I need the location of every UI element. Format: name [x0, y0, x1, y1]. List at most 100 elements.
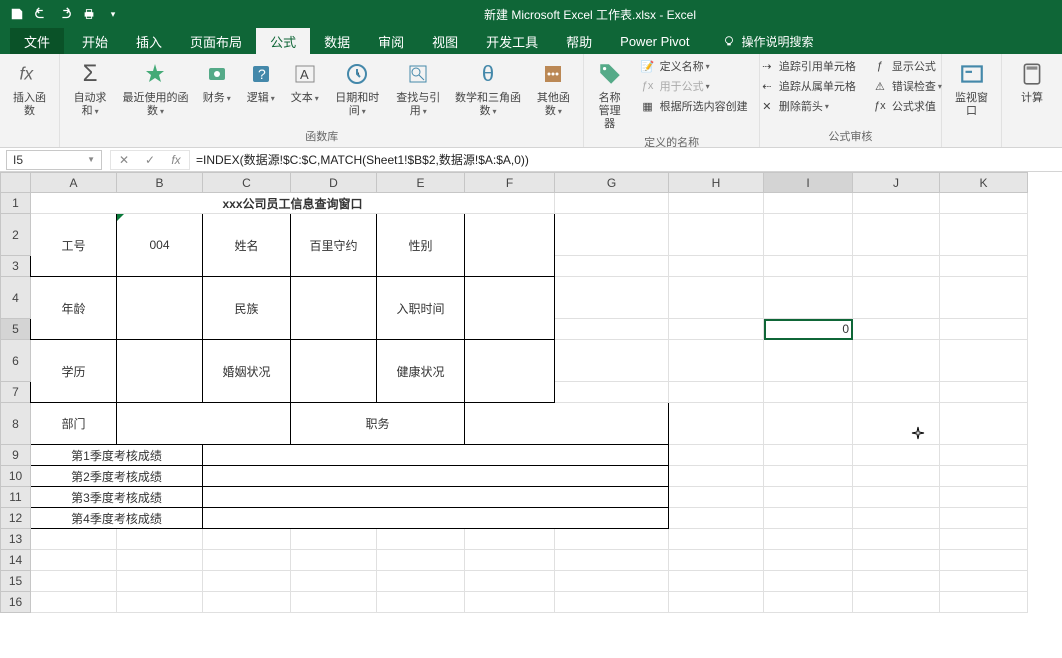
cell-A16[interactable] — [31, 592, 117, 613]
cell-A15[interactable] — [31, 571, 117, 592]
cell-K11[interactable] — [940, 487, 1028, 508]
tab-powerpivot[interactable]: Power Pivot — [606, 28, 703, 54]
row-header-5[interactable]: 5 — [1, 319, 31, 340]
cell-J8[interactable] — [853, 403, 940, 445]
show-formulas-button[interactable]: ƒ显示公式 — [868, 56, 946, 76]
cell-G4[interactable] — [555, 277, 669, 319]
cell-K14[interactable] — [940, 550, 1028, 571]
value-position[interactable] — [465, 403, 669, 445]
logical-button[interactable]: ?逻辑▾ — [239, 56, 283, 107]
col-header-H[interactable]: H — [669, 173, 764, 193]
row-header-2[interactable]: 2 — [1, 214, 31, 256]
cell-G6[interactable] — [555, 340, 669, 382]
row-header-10[interactable]: 10 — [1, 466, 31, 487]
cell-K3[interactable] — [940, 256, 1028, 277]
cell-H12[interactable] — [669, 508, 764, 529]
cell-F16[interactable] — [465, 592, 555, 613]
cell-J1[interactable] — [853, 193, 940, 214]
value-q1[interactable] — [203, 445, 669, 466]
cell-B16[interactable] — [117, 592, 203, 613]
cell-I13[interactable] — [764, 529, 853, 550]
col-header-D[interactable]: D — [291, 173, 377, 193]
cell-G16[interactable] — [555, 592, 669, 613]
tab-review[interactable]: 审阅 — [364, 28, 418, 54]
cell-J14[interactable] — [853, 550, 940, 571]
label-health[interactable]: 健康状况 — [377, 340, 465, 403]
cell-C16[interactable] — [203, 592, 291, 613]
text-button[interactable]: A文本▾ — [283, 56, 327, 107]
cell-G13[interactable] — [555, 529, 669, 550]
value-q4[interactable] — [203, 508, 669, 529]
cell-I16[interactable] — [764, 592, 853, 613]
cell-K10[interactable] — [940, 466, 1028, 487]
col-header-J[interactable]: J — [853, 173, 940, 193]
cell-J16[interactable] — [853, 592, 940, 613]
row-header-12[interactable]: 12 — [1, 508, 31, 529]
cell-B13[interactable] — [117, 529, 203, 550]
cell-K4[interactable] — [940, 277, 1028, 319]
row-header-16[interactable]: 16 — [1, 592, 31, 613]
tab-dev[interactable]: 开发工具 — [472, 28, 552, 54]
form-title[interactable]: xxx公司员工信息查询窗口 — [31, 193, 555, 214]
calc-options-button[interactable]: 计算 — [1010, 56, 1054, 107]
tab-view[interactable]: 视图 — [418, 28, 472, 54]
formula-input[interactable]: =INDEX(数据源!$C:$C,MATCH(Sheet1!$B$2,数据源!$… — [190, 151, 1062, 168]
datetime-button[interactable]: 日期和时间▾ — [327, 56, 388, 120]
tab-insert[interactable]: 插入 — [122, 28, 176, 54]
autosum-button[interactable]: Σ自动求和▾ — [64, 56, 116, 120]
cell-D14[interactable] — [291, 550, 377, 571]
tell-me-search[interactable]: 操作说明搜索 — [722, 33, 814, 50]
cell-K12[interactable] — [940, 508, 1028, 529]
define-name-button[interactable]: 📝定义名称▾ — [636, 56, 752, 76]
fx-icon[interactable]: fx — [163, 151, 189, 169]
cell-I14[interactable] — [764, 550, 853, 571]
cell-I11[interactable] — [764, 487, 853, 508]
enter-icon[interactable]: ✓ — [137, 151, 163, 169]
label-q2[interactable]: 第2季度考核成绩 — [31, 466, 203, 487]
col-header-I[interactable]: I — [764, 173, 853, 193]
row-header-14[interactable]: 14 — [1, 550, 31, 571]
select-all-corner[interactable] — [1, 173, 31, 193]
qat-more-icon[interactable]: ▾ — [102, 3, 124, 25]
cell-J10[interactable] — [853, 466, 940, 487]
label-position[interactable]: 职务 — [291, 403, 465, 445]
cell-H10[interactable] — [669, 466, 764, 487]
cell-I2[interactable] — [764, 214, 853, 256]
cell-J12[interactable] — [853, 508, 940, 529]
col-header-E[interactable]: E — [377, 173, 465, 193]
cell-G14[interactable] — [555, 550, 669, 571]
value-health[interactable] — [465, 340, 555, 403]
cell-G15[interactable] — [555, 571, 669, 592]
label-q1[interactable]: 第1季度考核成绩 — [31, 445, 203, 466]
value-gender[interactable] — [465, 214, 555, 277]
name-manager-button[interactable]: 名称管理器 — [588, 56, 632, 133]
use-in-formula-button[interactable]: ƒx用于公式▾ — [636, 76, 752, 96]
value-name[interactable]: 百里守约 — [291, 214, 377, 277]
cell-J6[interactable] — [853, 340, 940, 382]
col-header-A[interactable]: A — [31, 173, 117, 193]
cell-K13[interactable] — [940, 529, 1028, 550]
cell-E16[interactable] — [377, 592, 465, 613]
cell-K5[interactable] — [940, 319, 1028, 340]
row-header-7[interactable]: 7 — [1, 382, 31, 403]
cell-I15[interactable] — [764, 571, 853, 592]
label-hiredate[interactable]: 入职时间 — [377, 277, 465, 340]
cell-C13[interactable] — [203, 529, 291, 550]
value-id[interactable]: 004 — [117, 214, 203, 277]
tab-data[interactable]: 数据 — [310, 28, 364, 54]
undo-icon[interactable] — [30, 3, 52, 25]
cell-K15[interactable] — [940, 571, 1028, 592]
cell-I3[interactable] — [764, 256, 853, 277]
value-age[interactable] — [117, 277, 203, 340]
cell-H1[interactable] — [669, 193, 764, 214]
cell-C15[interactable] — [203, 571, 291, 592]
col-header-K[interactable]: K — [940, 173, 1028, 193]
financial-button[interactable]: 财务▾ — [195, 56, 239, 107]
cell-H13[interactable] — [669, 529, 764, 550]
cell-G7[interactable] — [555, 382, 669, 403]
tab-home[interactable]: 开始 — [68, 28, 122, 54]
cell-J2[interactable] — [853, 214, 940, 256]
value-marital[interactable] — [291, 340, 377, 403]
cancel-icon[interactable]: ✕ — [111, 151, 137, 169]
col-header-F[interactable]: F — [465, 173, 555, 193]
